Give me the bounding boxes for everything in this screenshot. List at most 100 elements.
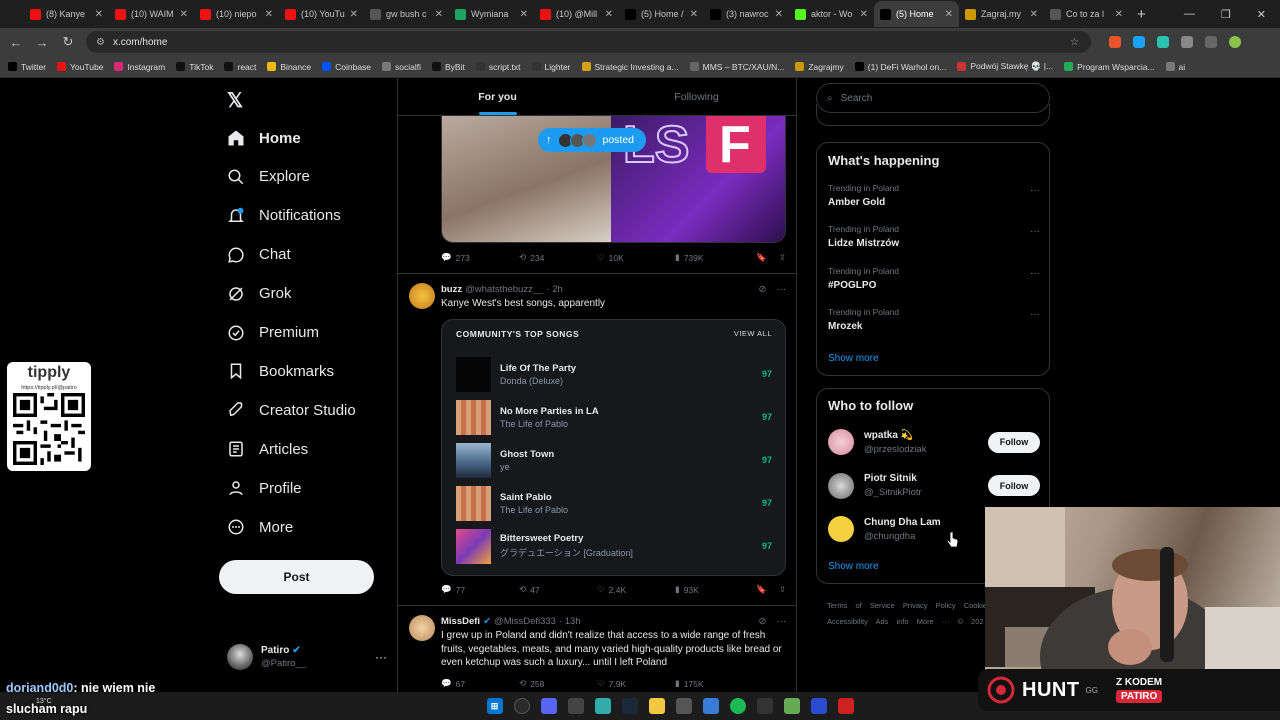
bookmark-icon[interactable]: 🔖 <box>756 252 767 263</box>
browser-tab[interactable]: (5) Home / ✕ <box>619 1 704 27</box>
bookmark-item[interactable]: (1) DeFi Warhol on... <box>854 62 946 72</box>
close-tab-icon[interactable]: ✕ <box>435 9 443 20</box>
extension-icon[interactable] <box>1133 36 1145 48</box>
views-button[interactable]: ▮ 93K <box>675 584 753 595</box>
song-row[interactable]: Life Of The Party Donda (Deluxe) 97 <box>456 356 772 392</box>
tweet-time[interactable]: · 13h <box>559 616 581 627</box>
profile-avatar-icon[interactable] <box>1229 36 1241 48</box>
suggested-account[interactable]: wpatka 💫 @przeslodziak Follow <box>828 427 1040 457</box>
chrome-icon[interactable] <box>513 698 530 714</box>
browser-tab[interactable]: Zagraj.my ✕ <box>959 1 1044 27</box>
trend-item[interactable]: Trending in Poland Lidze Mistrzów ··· <box>828 224 1040 249</box>
bookmark-item[interactable]: Program Wsparcia... <box>1064 62 1155 72</box>
more-icon[interactable]: ··· <box>375 650 387 664</box>
view-all-link[interactable]: VIEW ALL <box>734 329 772 339</box>
more-icon[interactable]: ··· <box>777 284 787 295</box>
site-info-icon[interactable]: ⚙ <box>96 37 105 48</box>
browser-tab[interactable]: (3) nawroc ✕ <box>704 1 789 27</box>
author-name[interactable]: MissDefi <box>441 616 480 627</box>
more-icon[interactable]: ··· <box>1030 309 1040 320</box>
grok-icon[interactable]: ⊘ <box>759 284 767 295</box>
more-icon[interactable]: ··· <box>1030 185 1040 196</box>
close-tab-icon[interactable]: ✕ <box>1030 9 1038 20</box>
bookmark-item[interactable]: MMS – BTC/XAU/N... <box>689 62 784 72</box>
bookmark-item[interactable]: ai <box>1165 62 1185 72</box>
new-tab-button[interactable]: + <box>1137 6 1146 23</box>
address-bar[interactable]: ⚙ x.com/home ☆ <box>86 31 1091 53</box>
nav-item-articles[interactable]: Articles <box>227 436 308 462</box>
app-icon[interactable] <box>702 698 719 714</box>
reload-icon[interactable]: ↻ <box>60 34 76 50</box>
trend-item[interactable]: Trending in Poland #POGLPO ··· <box>828 266 1040 291</box>
close-tab-icon[interactable]: ✕ <box>860 9 868 20</box>
show-more-link[interactable]: Show more <box>828 561 879 572</box>
browser-tab[interactable]: (10) niepo ✕ <box>194 1 279 27</box>
repost-button[interactable]: ⟲ 234 <box>519 252 597 263</box>
top-songs-card[interactable]: COMMUNITY'S TOP SONGS VIEW ALL Life Of T… <box>441 319 786 576</box>
extension-icon[interactable] <box>1109 36 1121 48</box>
app-icon[interactable] <box>783 698 800 714</box>
more-icon[interactable]: ··· <box>1030 268 1040 279</box>
reply-button[interactable]: 💬 67 <box>441 678 519 689</box>
browser-tab[interactable]: (10) @Mill ✕ <box>534 1 619 27</box>
like-button[interactable]: ♡ 7.9K <box>597 678 675 689</box>
new-posts-pill[interactable]: ↑ posted <box>538 128 647 152</box>
bookmark-item[interactable]: TikTok <box>176 62 213 72</box>
nav-item-more[interactable]: More <box>227 514 293 540</box>
nav-item-creator-studio[interactable]: Creator Studio <box>227 397 356 423</box>
reply-button[interactable]: 💬 273 <box>441 252 519 263</box>
x-logo-icon[interactable]: 𝕏 <box>227 88 243 113</box>
song-row[interactable]: Ghost Town ye 97 <box>456 442 772 478</box>
tweet-time[interactable]: · 2h <box>546 284 562 295</box>
bookmark-item[interactable]: react <box>224 62 256 72</box>
menu-icon[interactable] <box>1205 36 1217 48</box>
bookmark-item[interactable]: Instagram <box>114 62 165 72</box>
nav-item-notifications[interactable]: Notifications <box>227 203 341 229</box>
like-button[interactable]: ♡ 10K <box>597 252 675 263</box>
footer-links[interactable]: Terms of Service Privacy Policy Cookie A… <box>827 598 997 630</box>
grok-icon[interactable]: ⊘ <box>759 616 767 627</box>
nav-item-profile[interactable]: Profile <box>227 475 302 501</box>
star-icon[interactable]: ☆ <box>1070 37 1079 48</box>
tab-following[interactable]: Following <box>597 78 796 115</box>
bookmark-item[interactable]: Zagrajmy <box>795 62 844 72</box>
trend-item[interactable]: Trending in Poland Amber Gold ··· <box>828 183 1040 208</box>
account-switcher[interactable]: Patiro ✔ @Patiro__ ··· <box>227 644 387 670</box>
share-icon[interactable]: ⇪ <box>779 584 786 595</box>
app-icon[interactable] <box>594 698 611 714</box>
bookmark-item[interactable]: ByBit <box>432 62 465 72</box>
close-tab-icon[interactable]: ✕ <box>945 9 953 20</box>
browser-tab[interactable]: Wymiana ✕ <box>449 1 534 27</box>
close-tab-icon[interactable]: ✕ <box>605 9 613 20</box>
spotify-icon[interactable] <box>729 698 746 714</box>
close-tab-icon[interactable]: ✕ <box>1115 9 1123 20</box>
share-icon[interactable]: ⇪ <box>779 252 786 263</box>
close-tab-icon[interactable]: ✕ <box>520 9 528 20</box>
more-icon[interactable]: ··· <box>1030 226 1040 237</box>
like-button[interactable]: ♡ 2.4K <box>597 584 675 595</box>
nav-item-bookmarks[interactable]: Bookmarks <box>227 358 334 384</box>
browser-tab[interactable]: aktor - Wo ✕ <box>789 1 874 27</box>
minimize-icon[interactable]: — <box>1184 8 1195 20</box>
bookmark-item[interactable]: YouTube <box>57 62 103 72</box>
views-button[interactable]: ▮ 739K <box>675 252 753 263</box>
bookmark-item[interactable]: socialfi <box>382 62 421 72</box>
song-row[interactable]: Saint Pablo The Life of Pablo 97 <box>456 485 772 521</box>
follow-button[interactable]: Follow <box>988 431 1040 453</box>
forward-icon[interactable]: → <box>34 35 50 50</box>
bookmark-item[interactable]: Strategic Investing a... <box>581 62 679 72</box>
browser-tab[interactable]: gw bush c ✕ <box>364 1 449 27</box>
folder-icon[interactable] <box>648 698 665 714</box>
reply-button[interactable]: 💬 77 <box>441 584 519 595</box>
author-name[interactable]: buzz <box>441 284 462 295</box>
follow-button[interactable]: Follow <box>988 475 1040 496</box>
discord-icon[interactable] <box>540 698 557 714</box>
steam-icon[interactable] <box>621 698 638 714</box>
bookmark-item[interactable]: Twitter <box>8 62 46 72</box>
close-tab-icon[interactable]: ✕ <box>265 9 273 20</box>
bookmark-item[interactable]: Lighter <box>531 62 571 72</box>
nav-item-grok[interactable]: Grok <box>227 281 292 307</box>
app-icon[interactable] <box>837 698 854 714</box>
song-row[interactable]: No More Parties in LA The Life of Pablo 97 <box>456 399 772 435</box>
back-icon[interactable]: ← <box>8 35 24 50</box>
